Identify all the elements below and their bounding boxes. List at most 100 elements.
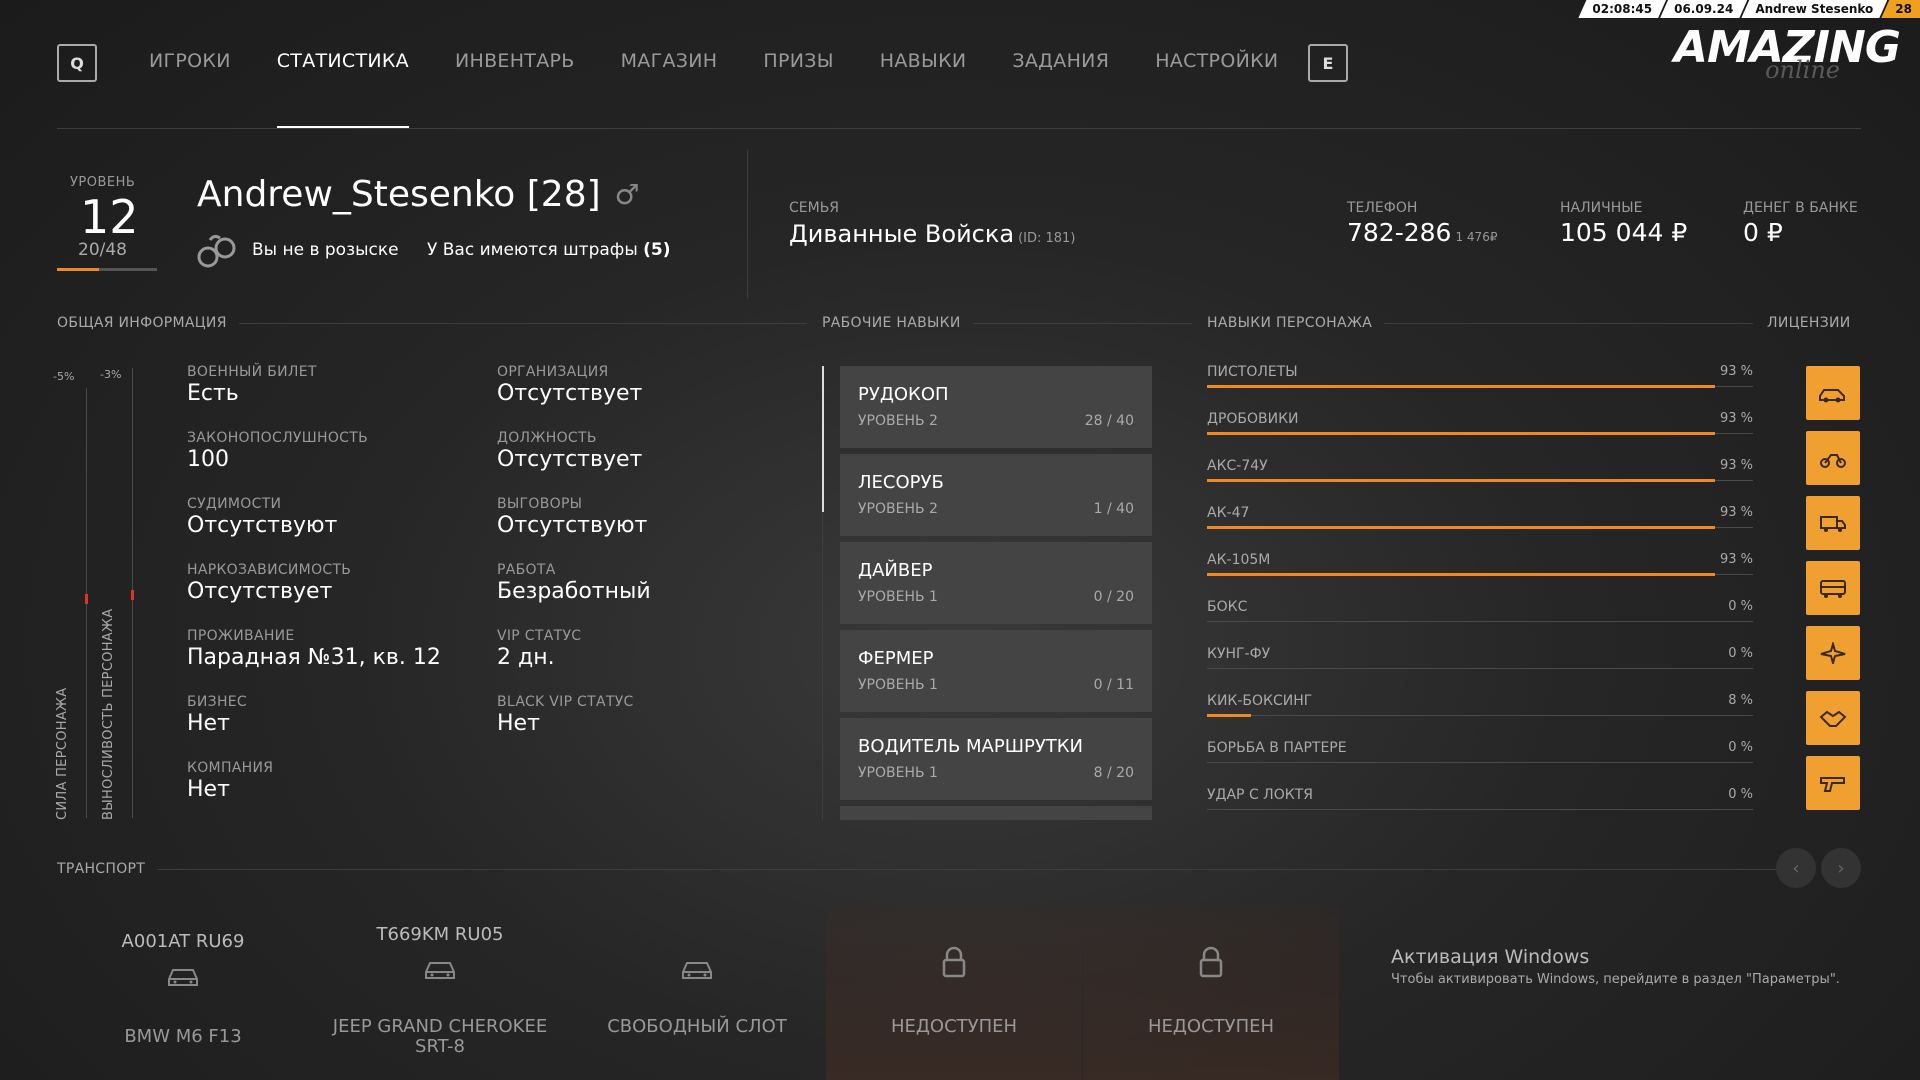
vehicle-name: JEEP GRAND CHEROKEE SRT-8 xyxy=(332,1016,548,1057)
skill-name: УДАР С ЛОКТЯ xyxy=(1207,787,1313,803)
job-card-partial[interactable] xyxy=(840,806,1152,820)
job-progress: 8 / 20 xyxy=(1093,765,1134,781)
car-icon xyxy=(680,958,714,986)
top-status-bar: 02:08:45 06.09.24 Andrew Stesenko 28 xyxy=(1584,0,1920,18)
level-badge: 28 xyxy=(1881,0,1920,18)
skill-track xyxy=(1207,668,1753,669)
info-value-left-0: Есть xyxy=(187,381,239,406)
lock-icon xyxy=(1198,946,1224,982)
tab-3[interactable]: МАГАЗИН xyxy=(621,50,718,130)
tab-6[interactable]: ЗАДАНИЯ xyxy=(1012,50,1109,130)
lock-icon xyxy=(941,946,967,982)
next-tab-key-e[interactable]: E xyxy=(1308,44,1348,82)
level-exp: 20/48 xyxy=(78,240,127,260)
skill-fill xyxy=(1207,526,1715,529)
handshake-license-icon[interactable] xyxy=(1806,691,1860,745)
skill-name: БОРЬБА В ПАРТЕРЕ xyxy=(1207,740,1347,756)
job-title: ЛЕСОРУБ xyxy=(858,472,944,493)
male-icon: ♂ xyxy=(614,178,640,211)
game-logo: AMAZING online xyxy=(1673,22,1901,85)
transport-prev-button[interactable]: ‹ xyxy=(1776,848,1816,888)
wanted-status: Вы не в розыске xyxy=(252,240,399,260)
strength-percent: -5% xyxy=(53,370,75,383)
info-label-right-0: ОРГАНИЗАЦИЯ xyxy=(497,364,609,380)
skill-name: БОКС xyxy=(1207,599,1248,615)
bank-value: 0 ₽ xyxy=(1743,218,1783,247)
section-job-skills: РАБОЧИЕ НАВЫКИ xyxy=(822,315,1192,331)
bus-license-icon[interactable] xyxy=(1806,561,1860,615)
job-card[interactable]: ВОДИТЕЛЬ МАРШРУТКИ УРОВЕНЬ 1 8 / 20 xyxy=(840,718,1152,800)
tab-2[interactable]: ИНВЕНТАРЬ xyxy=(455,50,575,130)
tab-7[interactable]: НАСТРОЙКИ xyxy=(1155,50,1278,130)
transport-slot[interactable]: НЕДОСТУПЕН xyxy=(826,905,1082,1080)
transport-next-button[interactable]: › xyxy=(1821,848,1861,888)
windows-activation-watermark: Активация Windows Чтобы активировать Win… xyxy=(1391,946,1840,987)
skill-percent: 93 % xyxy=(1719,552,1753,567)
job-level: УРОВЕНЬ 1 xyxy=(858,589,938,605)
level-label: УРОВЕНЬ xyxy=(70,175,136,190)
gun-license-icon[interactable] xyxy=(1806,756,1860,810)
vehicle-plate: T669KM RU05 xyxy=(376,924,504,945)
skill-fill xyxy=(1207,432,1715,435)
job-progress: 0 / 20 xyxy=(1093,589,1134,605)
skill-row: КУНГ-ФУ 0 % xyxy=(1207,646,1753,669)
job-title: ДАЙВЕР xyxy=(858,560,933,581)
skill-name: АКС-74У xyxy=(1207,458,1268,474)
job-progress: 28 / 40 xyxy=(1084,413,1134,429)
skill-percent: 93 % xyxy=(1719,505,1753,520)
skill-row: БОКС 0 % xyxy=(1207,599,1753,622)
jobs-scroll-indicator[interactable] xyxy=(822,366,824,512)
tab-5[interactable]: НАВЫКИ xyxy=(880,50,967,130)
info-value-left-3: Отсутствует xyxy=(187,579,333,604)
transport-slot[interactable]: A001AT RU69 BMW M6 F13 xyxy=(55,905,311,1080)
info-label-left-6: КОМПАНИЯ xyxy=(187,760,274,776)
skill-percent: 8 % xyxy=(1728,693,1753,708)
info-value-right-3: Безработный xyxy=(497,579,651,604)
plane-license-icon[interactable] xyxy=(1806,626,1860,680)
skill-fill xyxy=(1207,385,1715,388)
transport-slot[interactable]: T669KM RU05 JEEP GRAND CHEROKEE SRT-8 xyxy=(312,905,568,1080)
motorcycle-license-icon[interactable] xyxy=(1806,431,1860,485)
info-label-right-1: ДОЛЖНОСТЬ xyxy=(497,430,597,446)
skill-row: ПИСТОЛЕТЫ 93 % xyxy=(1207,364,1753,388)
family-label: СЕМЬЯ xyxy=(789,200,840,216)
tab-0[interactable]: ИГРОКИ xyxy=(149,50,231,130)
skill-percent: 93 % xyxy=(1719,364,1753,379)
job-level: УРОВЕНЬ 2 xyxy=(858,501,938,517)
date: 06.09.24 xyxy=(1660,0,1747,18)
section-licenses: ЛИЦЕНЗИИ xyxy=(1767,315,1851,331)
strength-bar xyxy=(85,388,88,818)
job-card[interactable]: ФЕРМЕР УРОВЕНЬ 1 0 / 11 xyxy=(840,630,1152,712)
level-progress-bar xyxy=(57,268,157,271)
truck-license-icon[interactable] xyxy=(1806,496,1860,550)
job-level: УРОВЕНЬ 2 xyxy=(858,413,938,429)
info-label-left-2: СУДИМОСТИ xyxy=(187,496,282,512)
phone-label: ТЕЛЕФОН xyxy=(1347,200,1418,216)
info-value-left-5: Нет xyxy=(187,711,230,736)
info-value-right-2: Отсутствуют xyxy=(497,513,648,538)
skill-fill xyxy=(1207,714,1251,717)
skill-percent: 0 % xyxy=(1728,599,1753,614)
section-character-skills: НАВЫКИ ПЕРСОНАЖА xyxy=(1207,315,1753,331)
job-progress: 0 / 11 xyxy=(1093,677,1134,693)
section-transport: ТРАНСПОРТ xyxy=(57,861,1777,877)
prev-tab-key-q[interactable]: Q xyxy=(57,44,97,82)
skill-name: ДРОБОВИКИ xyxy=(1207,411,1299,427)
profile-divider xyxy=(747,150,748,298)
info-value-right-5: Нет xyxy=(497,711,540,736)
job-level: УРОВЕНЬ 1 xyxy=(858,765,938,781)
tab-4[interactable]: ПРИЗЫ xyxy=(763,50,833,130)
fines-status: У Вас имеются штрафы (5) xyxy=(427,240,671,260)
job-card[interactable]: ЛЕСОРУБ УРОВЕНЬ 2 1 / 40 xyxy=(840,454,1152,536)
tab-1[interactable]: СТАТИСТИКА xyxy=(276,50,410,130)
skill-name: ПИСТОЛЕТЫ xyxy=(1207,364,1298,380)
transport-slot[interactable]: СВОБОДНЫЙ СЛОТ xyxy=(569,905,825,1080)
info-label-left-1: ЗАКОНОПОСЛУШНОСТЬ xyxy=(187,430,368,446)
job-card[interactable]: ДАЙВЕР УРОВЕНЬ 1 0 / 20 xyxy=(840,542,1152,624)
info-value-left-4: Парадная №31, кв. 12 xyxy=(187,645,441,670)
transport-slot[interactable]: НЕДОСТУПЕН xyxy=(1083,905,1339,1080)
car-license-icon[interactable] xyxy=(1806,366,1860,420)
info-label-left-4: ПРОЖИВАНИЕ xyxy=(187,628,295,644)
job-level: УРОВЕНЬ 1 xyxy=(858,677,938,693)
job-card[interactable]: РУДОКОП УРОВЕНЬ 2 28 / 40 xyxy=(840,366,1152,448)
